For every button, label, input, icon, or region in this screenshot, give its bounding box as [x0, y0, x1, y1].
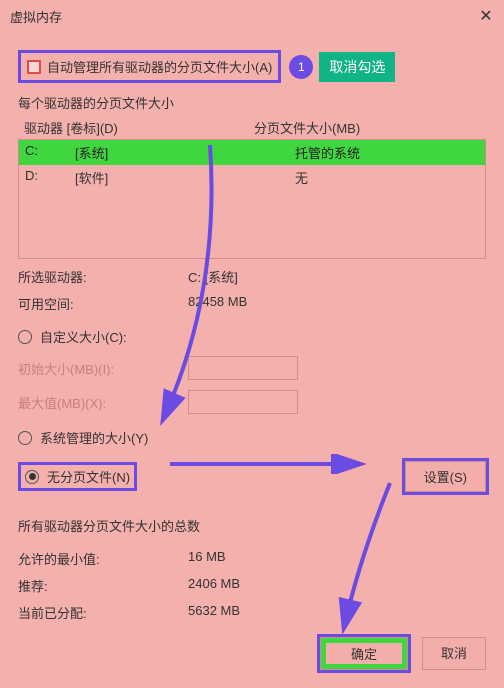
initial-size-row: 初始大小(MB)(I):: [18, 356, 486, 380]
initial-size-input[interactable]: [188, 356, 298, 380]
selected-drive-row: 所选驱动器: C: [系统]: [18, 267, 486, 286]
auto-manage-label: 自动管理所有驱动器的分页文件大小(A): [47, 57, 272, 76]
radio-icon: [18, 431, 32, 445]
ok-button[interactable]: 确定: [320, 637, 408, 670]
set-button[interactable]: 设置(S): [405, 461, 486, 492]
drive-list[interactable]: C: [系统] 托管的系统 D: [软件] 无: [18, 139, 486, 259]
available-space-val: 82458 MB: [188, 294, 486, 313]
selected-drive-key: 所选驱动器:: [18, 267, 188, 286]
min-key: 允许的最小值:: [18, 549, 188, 568]
radio-custom-size[interactable]: 自定义大小(C):: [18, 327, 486, 346]
auto-manage-checkbox-wrap: 自动管理所有驱动器的分页文件大小(A): [18, 50, 281, 83]
step-1-badge: 1: [289, 55, 313, 79]
radio-custom-label: 自定义大小(C):: [40, 327, 127, 346]
drive-size: 托管的系统: [255, 143, 479, 162]
max-size-input[interactable]: [188, 390, 298, 414]
no-paging-row: 无分页文件(N) 设置(S): [18, 461, 486, 492]
drive-label: [系统]: [75, 143, 255, 162]
radio-system-label: 系统管理的大小(Y): [40, 428, 148, 447]
drive-label: [软件]: [75, 168, 255, 187]
auto-manage-row: 自动管理所有驱动器的分页文件大小(A) 1 取消勾选: [18, 50, 486, 83]
rec-key: 推荐:: [18, 576, 188, 595]
radio-system-managed[interactable]: 系统管理的大小(Y): [18, 428, 486, 447]
close-icon[interactable]: ✕: [476, 6, 496, 26]
rec-val: 2406 MB: [188, 576, 486, 595]
initial-size-label: 初始大小(MB)(I):: [18, 359, 188, 378]
drive-size: 无: [255, 168, 479, 187]
selected-drive-val: C: [系统]: [188, 267, 486, 286]
content: 自动管理所有驱动器的分页文件大小(A) 1 取消勾选 每个驱动器的分页文件大小 …: [0, 32, 504, 632]
dialog-buttons: 确定 取消: [320, 637, 486, 670]
rec-row: 推荐: 2406 MB: [18, 576, 486, 595]
cancel-button[interactable]: 取消: [422, 637, 486, 670]
min-row: 允许的最小值: 16 MB: [18, 549, 486, 568]
drive-list-header: 驱动器 [卷标](D) 分页文件大小(MB): [18, 118, 486, 137]
max-size-row: 最大值(MB)(X):: [18, 390, 486, 414]
auto-manage-checkbox[interactable]: [27, 60, 41, 74]
available-space-key: 可用空间:: [18, 294, 188, 313]
radio-none-label: 无分页文件(N): [47, 467, 130, 486]
radio-no-paging-wrap: 无分页文件(N): [18, 462, 137, 491]
cancel-check-tag: 取消勾选: [319, 52, 395, 82]
max-size-label: 最大值(MB)(X):: [18, 393, 188, 412]
cur-val: 5632 MB: [188, 603, 486, 622]
drive-row[interactable]: D: [软件] 无: [19, 165, 485, 190]
radio-icon: [18, 330, 32, 344]
window-title: 虚拟内存: [10, 7, 476, 26]
totals-title: 所有驱动器分页文件大小的总数: [18, 516, 486, 535]
radio-icon: [25, 470, 39, 484]
available-space-row: 可用空间: 82458 MB: [18, 294, 486, 313]
drive-row[interactable]: C: [系统] 托管的系统: [19, 140, 485, 165]
drive-letter: C:: [25, 143, 75, 162]
each-drive-label: 每个驱动器的分页文件大小: [18, 93, 486, 112]
col-drive: 驱动器 [卷标](D): [24, 118, 254, 137]
col-size: 分页文件大小(MB): [254, 118, 480, 137]
cur-key: 当前已分配:: [18, 603, 188, 622]
titlebar: 虚拟内存 ✕: [0, 0, 504, 32]
min-val: 16 MB: [188, 549, 486, 568]
drive-letter: D:: [25, 168, 75, 187]
radio-no-paging[interactable]: 无分页文件(N): [25, 467, 130, 486]
cur-row: 当前已分配: 5632 MB: [18, 603, 486, 622]
